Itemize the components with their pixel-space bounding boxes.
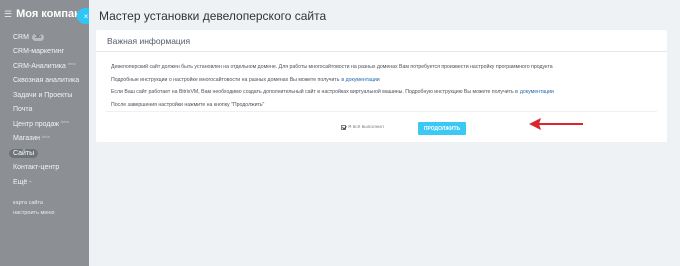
configure-menu-link[interactable]: настроить меню	[0, 208, 90, 218]
sidebar-item-mail[interactable]: Почта	[0, 103, 90, 118]
info-line-3: Если Ваш сайт работает на BitrixVM, Вам …	[111, 86, 667, 99]
sidebar-item-crm[interactable]: CRM 36	[0, 30, 90, 45]
sidebar-item-tasks[interactable]: Задачи и Проекты	[0, 88, 90, 103]
checkbox-checked-icon[interactable]	[341, 125, 346, 130]
info-text: Подробные инструкции о настройке многоса…	[111, 76, 340, 83]
red-arrow-annotation	[529, 118, 583, 130]
sidebar-item-label: Сквозная аналитика	[13, 77, 80, 85]
info-line-1: Девелоперский сайт должен быть установле…	[111, 61, 667, 74]
company-name[interactable]: Моя компания	[16, 8, 86, 20]
setup-wizard-panel: Мастер установки девелоперского сайта Ва…	[89, 0, 680, 266]
info-line-4: После завершения настройки нажмите на кн…	[111, 99, 667, 112]
left-sidebar: ☰ Моя компания CRM 36 CRM-маркетинг CRM-…	[0, 0, 90, 266]
sidebar-item-label: Контакт-центр	[13, 164, 60, 172]
card-body: Девелоперский сайт должен быть установле…	[96, 52, 667, 111]
sidebar-item-end-to-end-analytics[interactable]: Сквозная аналитика	[0, 74, 90, 89]
sidebar-item-label: CRM-маркетинг	[13, 48, 65, 56]
sidebar-item-label: CRM	[13, 33, 29, 41]
info-line-2: Подробные инструкции о настройке многоса…	[111, 74, 667, 87]
sidebar-item-label: Сайты	[9, 148, 39, 158]
info-text: После завершения настройки нажмите на кн…	[111, 101, 265, 108]
sidebar-item-label: Центр продаж	[13, 120, 60, 128]
sidebar-item-label: Задачи и Проекты	[13, 91, 73, 99]
sitemap-link[interactable]: карта сайта	[0, 198, 90, 208]
beta-badge: beta	[67, 61, 76, 66]
sidebar-item-label: Магазин	[13, 135, 41, 143]
beta-badge: beta	[61, 119, 69, 124]
beta-badge: beta	[42, 133, 50, 139]
card-title: Важная информация	[96, 30, 667, 52]
close-icon: ×	[83, 11, 89, 21]
sidebar-item-sales-center[interactable]: Центр продаж beta	[0, 117, 90, 132]
agree-checkbox-row[interactable]: Я всё выполнил	[341, 125, 384, 130]
card-divider	[106, 111, 657, 112]
info-text: Девелоперский сайт должен быть установле…	[111, 64, 553, 71]
sidebar-item-label: Ещё -	[13, 178, 32, 186]
info-text: Если Ваш сайт работает на BitrixVM, Вам …	[111, 89, 518, 96]
sidebar-item-label: CRM-Аналитика	[13, 62, 66, 70]
sidebar-item-crm-analytics[interactable]: CRM-Аналитика beta	[0, 59, 90, 74]
page-title: Мастер установки девелоперского сайта	[99, 9, 327, 23]
bitrixvm-documentation-link[interactable]: документации	[520, 89, 554, 95]
documentation-link[interactable]: в документации	[341, 77, 379, 83]
counter-badge: 36	[31, 33, 45, 41]
sidebar-item-sites[interactable]: Сайты	[0, 146, 90, 161]
agree-label: Я всё выполнил	[348, 125, 384, 130]
sidebar-item-contact-center[interactable]: Контакт-центр	[0, 161, 90, 176]
sidebar-item-label: Почта	[13, 106, 33, 114]
sidebar-item-shop[interactable]: Магазин beta	[0, 132, 90, 147]
continue-button[interactable]: ПРОДОЛЖИТЬ	[418, 122, 466, 135]
sidebar-item-more[interactable]: Ещё -	[0, 175, 90, 190]
sidebar-menu: CRM 36 CRM-маркетинг CRM-Аналитика beta …	[0, 28, 90, 190]
burger-icon[interactable]: ☰	[4, 9, 12, 19]
sidebar-item-crm-marketing[interactable]: CRM-маркетинг	[0, 45, 90, 60]
